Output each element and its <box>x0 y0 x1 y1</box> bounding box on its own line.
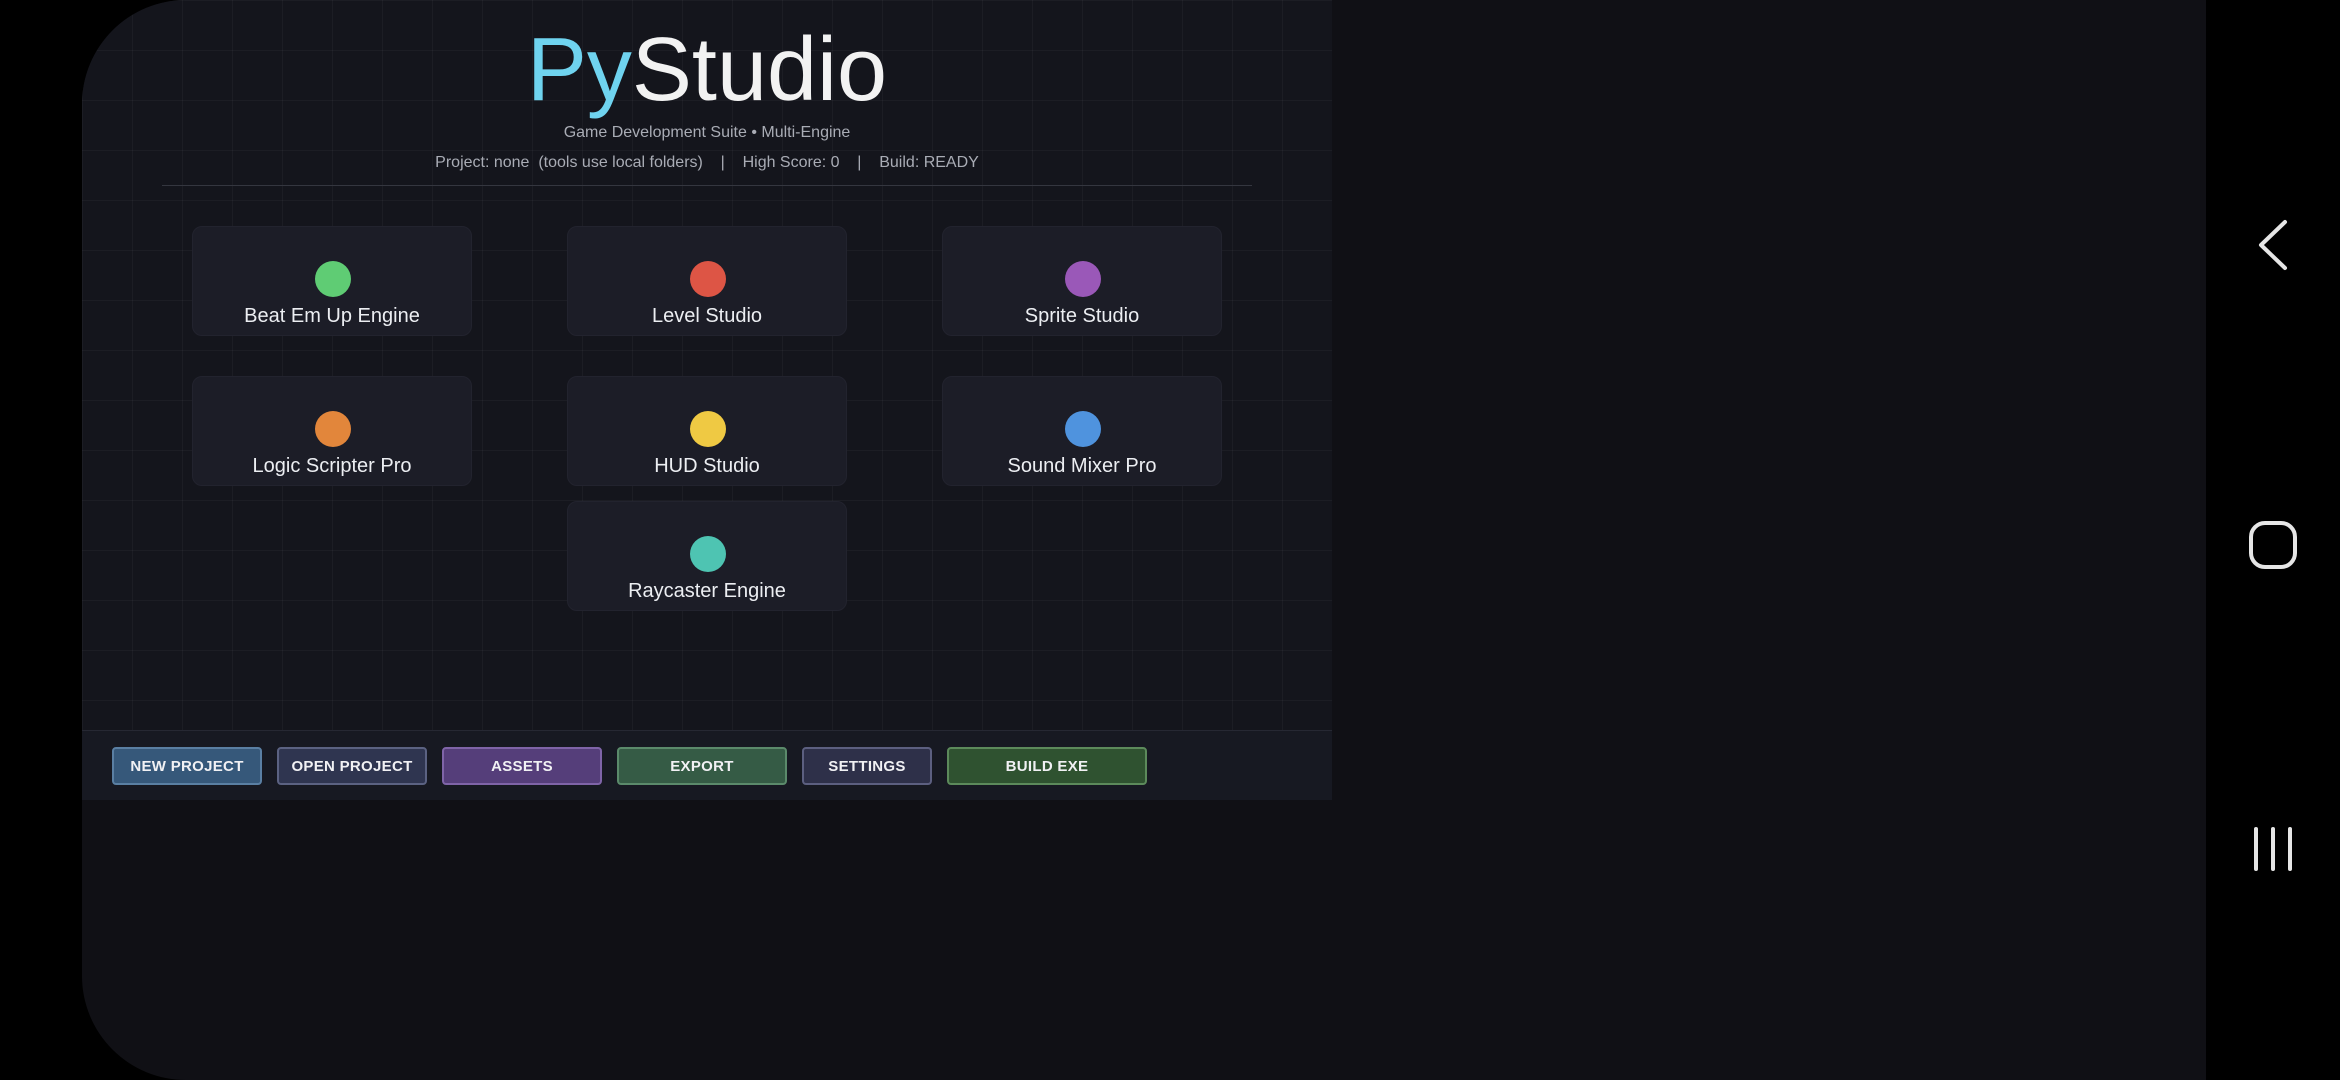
settings-button[interactable]: SETTINGS <box>802 747 932 785</box>
new-project-button[interactable]: NEW PROJECT <box>112 747 262 785</box>
app-title-accent: Py <box>526 20 632 120</box>
tool-label: Raycaster Engine <box>628 580 786 602</box>
tool-label: Beat Em Up Engine <box>244 305 420 327</box>
home-icon[interactable] <box>2206 520 2340 570</box>
build-exe-button[interactable]: BUILD EXE <box>947 747 1147 785</box>
tool-tile-raycaster-engine[interactable]: Raycaster Engine <box>567 501 847 611</box>
tool-tile-sound-mixer-pro[interactable]: Sound Mixer Pro <box>942 376 1222 486</box>
app-subtitle: Game Development Suite • Multi-Engine <box>563 124 851 141</box>
tool-color-dot-icon <box>1065 411 1101 447</box>
header-divider <box>162 185 1252 186</box>
tool-tile-sprite-studio[interactable]: Sprite Studio <box>942 226 1222 336</box>
tool-tile-hud-studio[interactable]: HUD Studio <box>567 376 847 486</box>
tool-label: HUD Studio <box>654 455 760 477</box>
tool-tile-beat-em-up-engine[interactable]: Beat Em Up Engine <box>192 226 472 336</box>
tool-label: Level Studio <box>651 305 763 327</box>
tool-label: Logic Scripter Pro <box>252 455 412 477</box>
tool-color-dot-icon <box>690 411 726 447</box>
bottom-toolbar: NEW PROJECT OPEN PROJECT ASSETS EXPORT S… <box>82 730 1332 800</box>
tool-color-dot-icon <box>690 536 726 572</box>
tool-label: Sound Mixer Pro <box>1007 455 1157 477</box>
android-nav-bar <box>2206 0 2340 1080</box>
tool-color-dot-icon <box>690 261 726 297</box>
back-icon[interactable] <box>2206 218 2340 272</box>
tool-color-dot-icon <box>315 261 351 297</box>
assets-button[interactable]: ASSETS <box>442 747 602 785</box>
device-screen: PyStudio Game Development Suite • Multi-… <box>82 0 2206 1080</box>
status-line: Project: none (tools use local folders) … <box>435 154 979 171</box>
app-title: PyStudio <box>82 20 1332 120</box>
export-button[interactable]: EXPORT <box>617 747 787 785</box>
tool-label: Sprite Studio <box>1024 305 1140 327</box>
tool-color-dot-icon <box>1065 261 1101 297</box>
recents-icon[interactable] <box>2206 826 2340 872</box>
app-title-main: Studio <box>631 20 888 120</box>
tool-color-dot-icon <box>315 411 351 447</box>
tool-tile-level-studio[interactable]: Level Studio <box>567 226 847 336</box>
open-project-button[interactable]: OPEN PROJECT <box>277 747 427 785</box>
tool-tile-logic-scripter-pro[interactable]: Logic Scripter Pro <box>192 376 472 486</box>
pystudio-launcher: PyStudio Game Development Suite • Multi-… <box>82 0 1332 800</box>
